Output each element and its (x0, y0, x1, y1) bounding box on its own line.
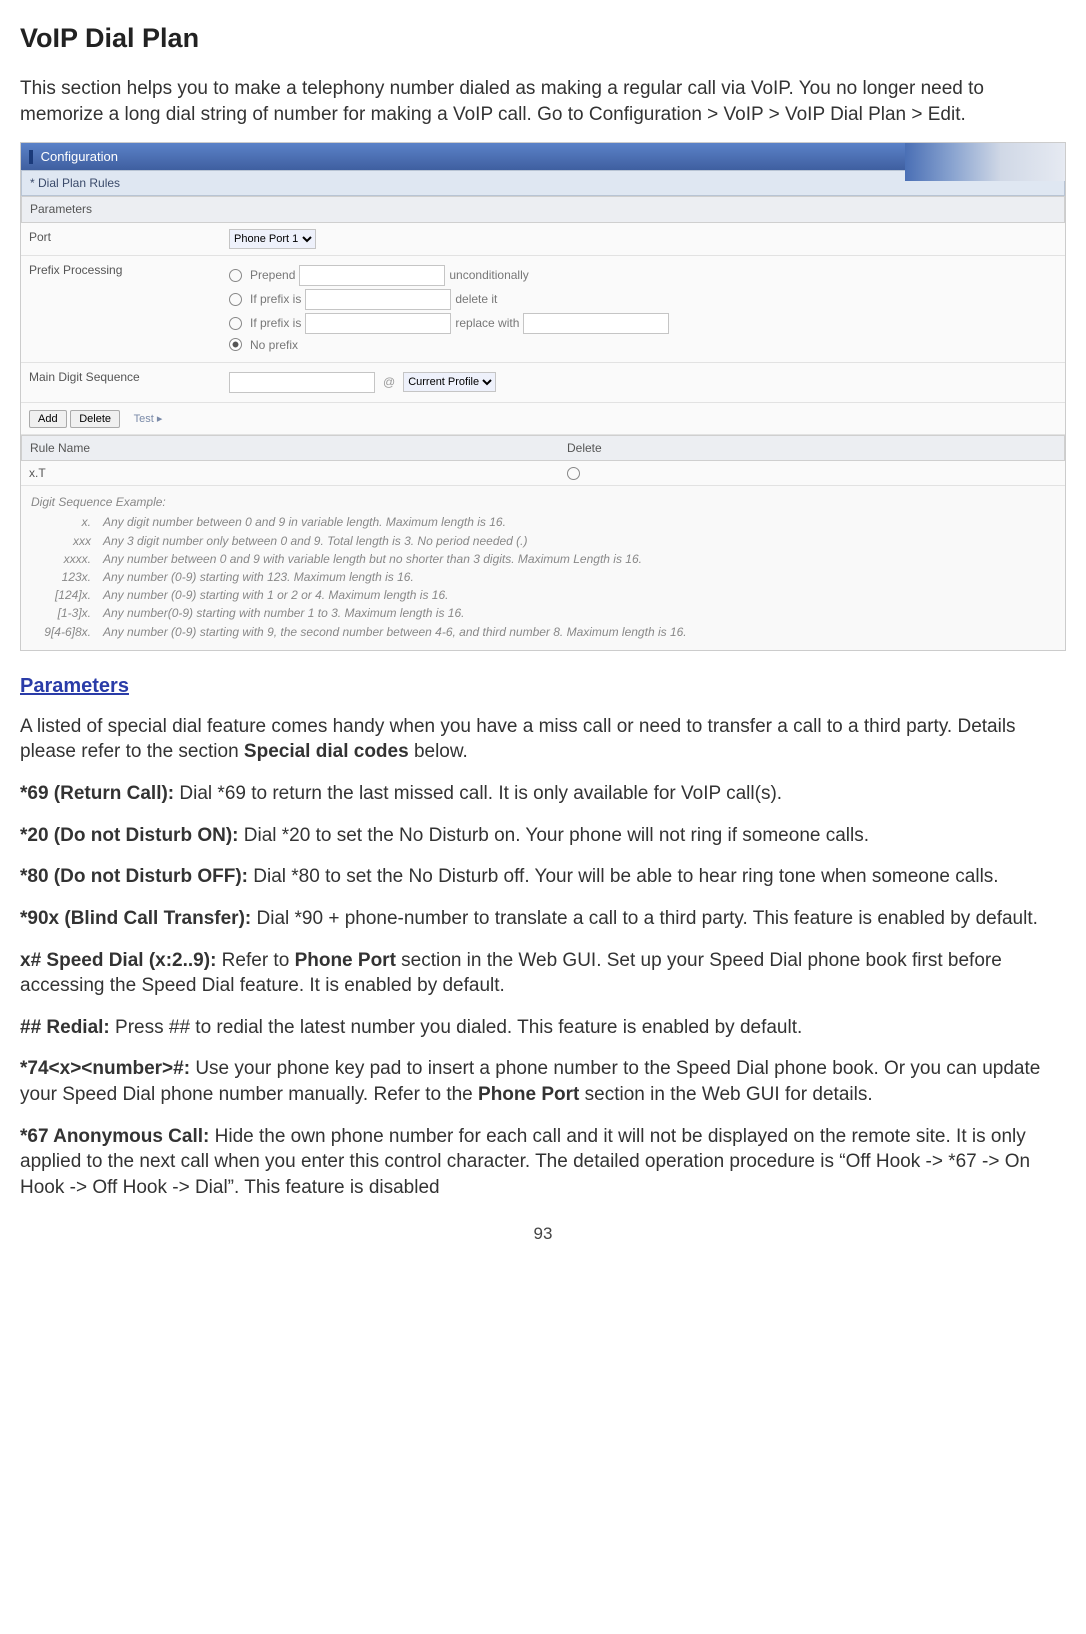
ex-code: [124]x. (31, 587, 103, 603)
replace-with-input[interactable] (523, 313, 669, 334)
ex-desc: Any number between 0 and 9 with variable… (103, 551, 1055, 567)
feature-speed-insert: *74<x><number>#: Use your phone key pad … (20, 1056, 1066, 1107)
delete-button[interactable]: Delete (70, 410, 120, 428)
radio-prepend[interactable] (229, 269, 242, 282)
replace-with-label: replace with (455, 315, 519, 331)
ex-code: xxx (31, 533, 103, 549)
page-title: VoIP Dial Plan (20, 20, 1066, 56)
prefix-processing-label: Prefix Processing (29, 262, 229, 278)
page-number: 93 (20, 1223, 1066, 1246)
config-title: Configuration (41, 149, 118, 164)
example-title: Digit Sequence Example: (31, 494, 1055, 510)
header-device-image (905, 143, 1065, 181)
ex-desc: Any number (0-9) starting with 1 or 2 or… (103, 587, 1055, 603)
feature-return-call: *69 (Return Call): Dial *69 to return th… (20, 781, 1066, 807)
radio-noprefix[interactable] (229, 338, 242, 351)
radio-ifprefix-delete[interactable] (229, 293, 242, 306)
ifprefix2-input[interactable] (305, 313, 451, 334)
ex-code: 9[4-6]8x. (31, 624, 103, 640)
port-label: Port (29, 229, 229, 245)
test-link[interactable]: Test ▸ (134, 413, 163, 425)
config-screenshot: Configuration * Dial Plan Rules Paramete… (20, 142, 1066, 651)
feature-dnd-off: *80 (Do not Disturb OFF): Dial *80 to se… (20, 864, 1066, 890)
rule-name-header: Rule Name (22, 436, 559, 460)
main-digit-seq-label: Main Digit Sequence (29, 369, 229, 385)
parameters-panel-header: Parameters (21, 196, 1065, 222)
noprefix-label: No prefix (250, 337, 298, 353)
ex-code: xxxx. (31, 551, 103, 567)
feature-anonymous: *67 Anonymous Call: Hide the own phone n… (20, 1124, 1066, 1201)
config-titlebar: Configuration (21, 143, 1065, 171)
at-icon: @ (383, 374, 395, 390)
ifprefix1-label: If prefix is (250, 291, 301, 307)
ex-desc: Any number (0-9) starting with 123. Maxi… (103, 569, 1055, 585)
ex-desc: Any number (0-9) starting with 9, the se… (103, 624, 1055, 640)
profile-select[interactable]: Current Profile (403, 372, 496, 392)
ifprefix1-input[interactable] (305, 289, 451, 310)
delete-header: Delete (559, 436, 1086, 460)
ex-desc: Any digit number between 0 and 9 in vari… (103, 514, 1055, 530)
prepend-label: Prepend (250, 267, 295, 283)
prepend-input[interactable] (299, 265, 445, 286)
ex-code: 123x. (31, 569, 103, 585)
feature-blind-transfer: *90x (Blind Call Transfer): Dial *90 + p… (20, 906, 1066, 932)
ex-code: [1-3]x. (31, 605, 103, 621)
ex-code: x. (31, 514, 103, 530)
feature-speed-dial: x# Speed Dial (x:2..9): Refer to Phone P… (20, 948, 1066, 999)
feature-dnd-on: *20 (Do not Disturb ON): Dial *20 to set… (20, 823, 1066, 849)
radio-ifprefix-replace[interactable] (229, 317, 242, 330)
ex-desc: Any 3 digit number only between 0 and 9.… (103, 533, 1055, 549)
rule-name-cell: x.T (21, 461, 559, 485)
ex-desc: Any number(0-9) starting with number 1 t… (103, 605, 1055, 621)
parameters-intro: A listed of special dial feature comes h… (20, 714, 1066, 765)
prepend-suffix: unconditionally (449, 267, 528, 283)
delete-it-label: delete it (455, 291, 497, 307)
add-button[interactable]: Add (29, 410, 67, 428)
feature-redial: ## Redial: Press ## to redial the latest… (20, 1015, 1066, 1041)
port-select[interactable]: Phone Port 1 (229, 229, 316, 249)
ifprefix2-label: If prefix is (250, 315, 301, 331)
main-digit-seq-input[interactable] (229, 372, 375, 393)
intro-text: This section helps you to make a telepho… (20, 76, 1066, 127)
rule-delete-radio[interactable] (567, 467, 580, 480)
parameters-heading: Parameters (20, 673, 1066, 700)
